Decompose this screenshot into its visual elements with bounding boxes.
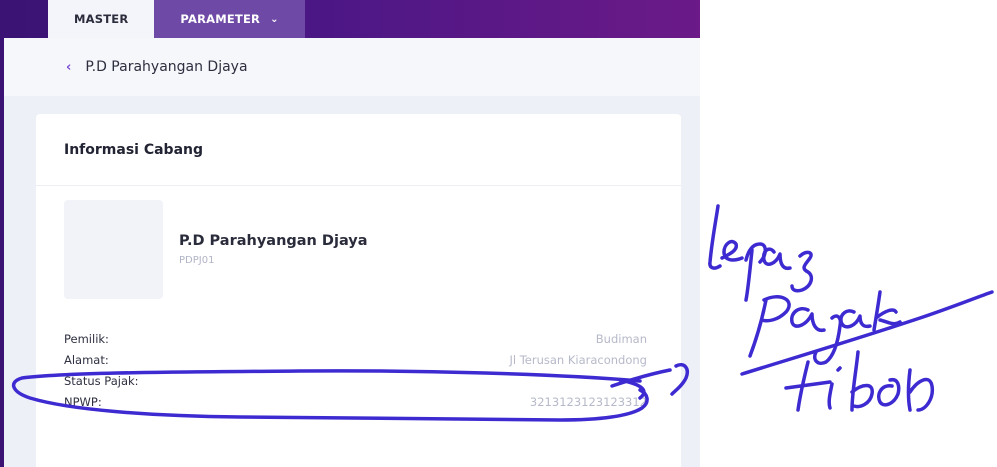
page-header: ‹ P.D Parahyangan Djaya bbox=[4, 38, 700, 96]
branch-summary: P.D Parahyangan Djaya PDPJ01 bbox=[64, 200, 368, 299]
detail-row-owner: Pemilik: Budiman bbox=[64, 328, 647, 349]
annotation-word-stroke bbox=[720, 239, 744, 262]
annotation-word-stroke bbox=[748, 295, 791, 358]
annotation-word-stroke bbox=[850, 350, 874, 412]
detail-row-tax-status: Status Pajak: bbox=[64, 370, 647, 391]
detail-value: Jl Terusan Kiaracondong bbox=[509, 352, 647, 367]
detail-row-npwp: NPWP: 3213123123123312 bbox=[64, 391, 647, 412]
annotation-word-stroke bbox=[790, 250, 814, 293]
tab-master-label: MASTER bbox=[74, 12, 129, 26]
detail-value: Budiman bbox=[595, 331, 647, 346]
tab-parameter-label: PARAMETER bbox=[180, 12, 261, 26]
annotation-word-stroke bbox=[784, 360, 832, 412]
detail-label: Pemilik: bbox=[64, 331, 109, 346]
annotation-word-stroke bbox=[839, 309, 872, 329]
annotation-word-stroke bbox=[813, 314, 843, 365]
top-tabs: MASTER PARAMETER ⌄ bbox=[48, 0, 305, 38]
page-title: P.D Parahyangan Djaya bbox=[85, 59, 248, 75]
app-frame: MASTER PARAMETER ⌄ ‹ P.D Parahyangan Dja… bbox=[0, 0, 700, 467]
detail-label: NPWP: bbox=[64, 394, 102, 409]
detail-label: Status Pajak: bbox=[64, 373, 139, 388]
annotation-word-stroke bbox=[877, 377, 901, 407]
detail-label: Alamat: bbox=[64, 352, 109, 367]
branch-text: P.D Parahyangan Djaya PDPJ01 bbox=[179, 233, 368, 266]
annotation-word-stroke bbox=[744, 242, 767, 302]
annotation-word-stroke bbox=[872, 290, 902, 332]
annotation-word-stroke bbox=[761, 247, 792, 271]
branch-code: PDPJ01 bbox=[179, 255, 215, 266]
card-title: Informasi Cabang bbox=[64, 141, 204, 158]
annotation-word-stroke bbox=[906, 368, 935, 412]
branch-details: Pemilik: Budiman Alamat: Jl Terusan Kiar… bbox=[64, 328, 647, 412]
chevron-down-icon: ⌄ bbox=[270, 13, 279, 25]
tab-parameter[interactable]: PARAMETER ⌄ bbox=[154, 0, 305, 38]
annotation-word-stroke bbox=[790, 307, 826, 333]
branch-name: P.D Parahyangan Djaya bbox=[179, 233, 368, 249]
tab-master[interactable]: MASTER bbox=[48, 0, 155, 38]
annotation-word-stroke bbox=[827, 366, 842, 410]
annotation-word-stroke bbox=[708, 204, 722, 270]
card-header: Informasi Cabang bbox=[36, 114, 681, 186]
page-content: ‹ P.D Parahyangan Djaya Informasi Cabang… bbox=[4, 38, 700, 467]
branch-logo-placeholder bbox=[64, 200, 163, 299]
detail-row-address: Alamat: Jl Terusan Kiaracondong bbox=[64, 349, 647, 370]
branch-info-card: Informasi Cabang P.D Parahyangan Djaya P… bbox=[36, 114, 681, 467]
chevron-left-icon[interactable]: ‹ bbox=[66, 60, 71, 75]
detail-value: 3213123123123312 bbox=[529, 394, 647, 409]
annotation-strike-stroke bbox=[740, 290, 994, 376]
